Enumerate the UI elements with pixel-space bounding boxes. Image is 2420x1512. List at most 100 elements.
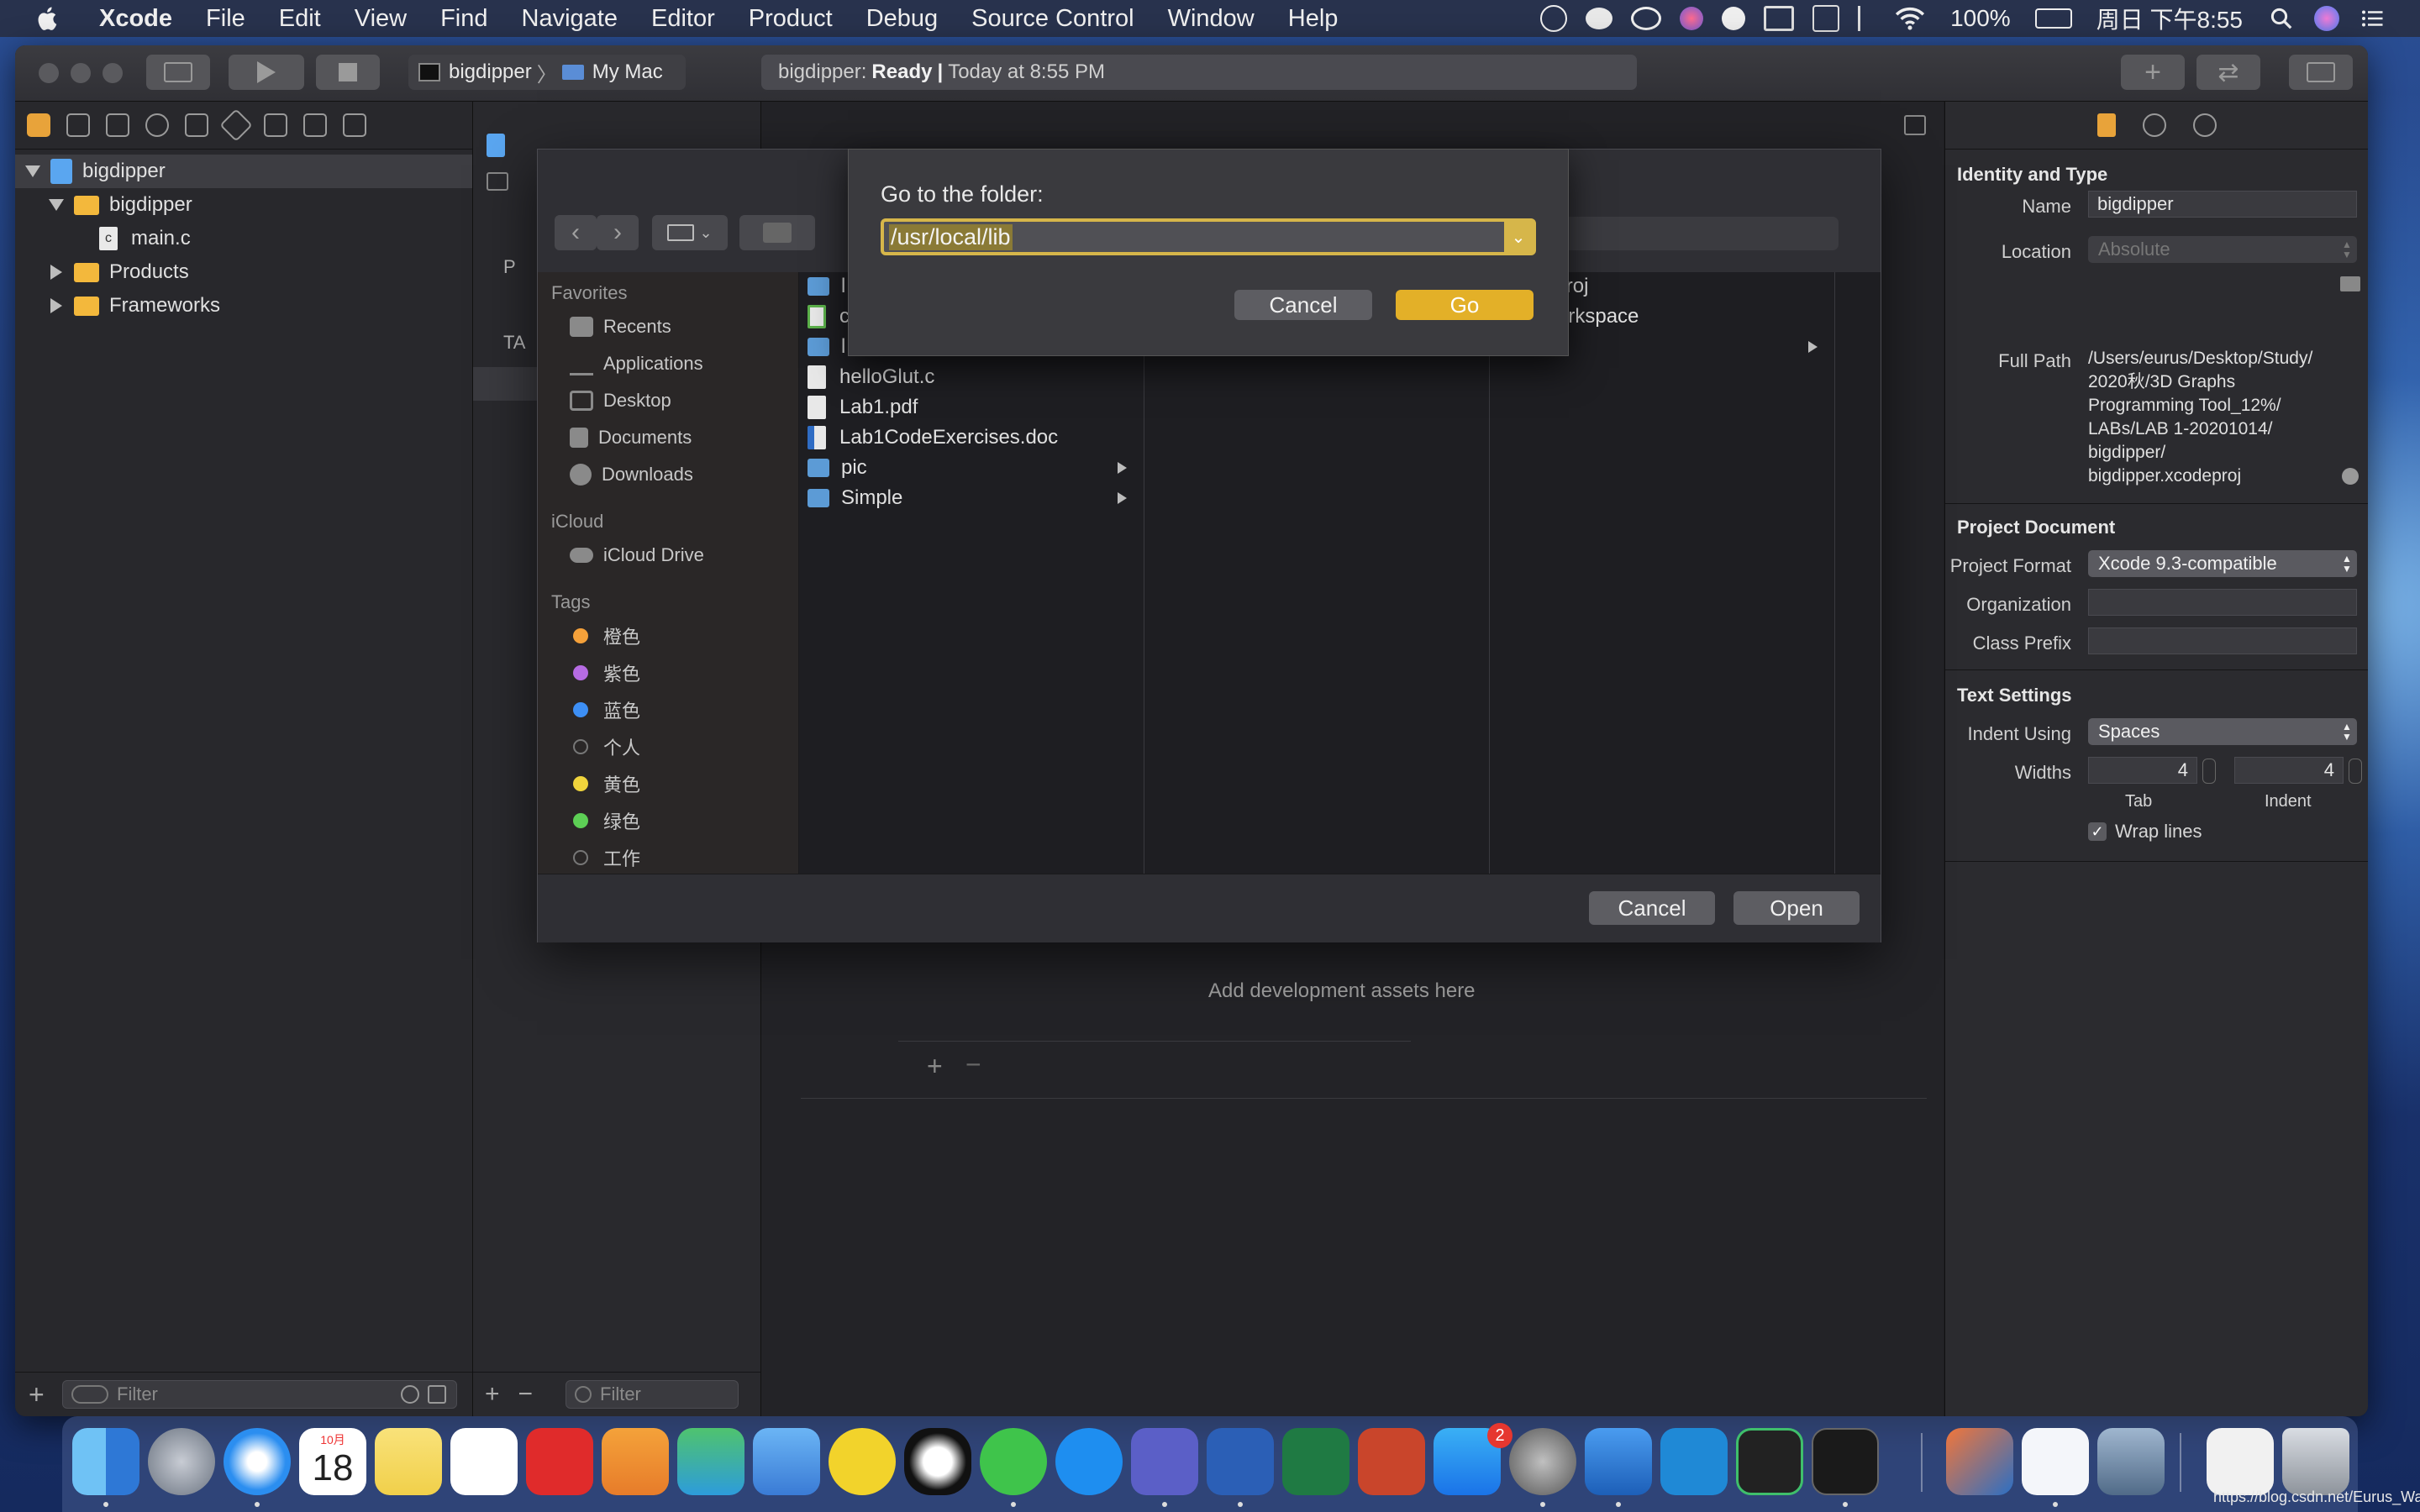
youdao-dict-icon[interactable] xyxy=(526,1428,593,1495)
menu-view[interactable]: View xyxy=(355,5,407,33)
file-row[interactable]: l xyxy=(808,272,845,301)
window-zoom-button[interactable] xyxy=(103,63,123,83)
powerpoint-icon[interactable] xyxy=(1358,1428,1425,1495)
menu-file[interactable]: File xyxy=(206,5,245,33)
excel-icon[interactable] xyxy=(1282,1428,1349,1495)
filter-options-icon[interactable] xyxy=(71,1385,108,1404)
numbers-icon[interactable] xyxy=(677,1428,744,1495)
menu-find[interactable]: Find xyxy=(440,5,487,33)
sidebar-downloads[interactable]: Downloads xyxy=(570,460,693,489)
menu-navigate[interactable]: Navigate xyxy=(522,5,618,33)
music-app-icon[interactable] xyxy=(829,1428,896,1495)
tree-row-products[interactable]: Products xyxy=(15,255,472,289)
finder-icon[interactable] xyxy=(72,1428,139,1495)
calendar-icon[interactable]: 10月 18 xyxy=(299,1428,366,1495)
tree-row-group[interactable]: bigdipper xyxy=(15,188,472,222)
add-asset-button[interactable]: + xyxy=(927,1051,943,1082)
terminal-icon[interactable] xyxy=(1812,1428,1879,1495)
library-button[interactable]: + xyxy=(2121,55,2185,90)
xcode-icon[interactable] xyxy=(1585,1428,1652,1495)
forward-button[interactable]: › xyxy=(597,215,639,250)
color-app-icon[interactable] xyxy=(1680,7,1704,30)
sidebar-documents[interactable]: Documents xyxy=(570,423,692,452)
sidebar-tag[interactable]: 绿色 xyxy=(570,806,640,835)
sidebar-tag[interactable]: 黄色 xyxy=(570,769,640,798)
breakpoint-navigator-icon[interactable] xyxy=(303,113,327,137)
back-button[interactable]: ‹ xyxy=(555,215,597,250)
go-button[interactable]: Go xyxy=(1396,290,1534,320)
file-row[interactable]: pic xyxy=(808,454,1135,482)
vscode-icon[interactable] xyxy=(1660,1428,1728,1495)
new-folder-button[interactable] xyxy=(739,215,815,250)
tab-width-field[interactable]: 4 xyxy=(2088,757,2197,784)
menu-edit[interactable]: Edit xyxy=(279,5,321,33)
menu-source-control[interactable]: Source Control xyxy=(971,5,1134,33)
qq-icon[interactable] xyxy=(904,1428,971,1495)
file-row[interactable]: Lab1.pdf xyxy=(808,393,918,422)
go-to-folder-cancel-button[interactable]: Cancel xyxy=(1234,290,1372,320)
choose-folder-icon[interactable] xyxy=(2340,276,2360,291)
wechat-icon[interactable] xyxy=(980,1428,1047,1495)
history-inspector-icon[interactable] xyxy=(2143,113,2166,137)
file-row[interactable]: Lab1CodeExercises.doc xyxy=(808,423,1058,452)
notification-center-icon[interactable] xyxy=(2358,6,2386,31)
system-preferences-icon[interactable] xyxy=(1509,1428,1576,1495)
report-navigator-icon[interactable] xyxy=(343,113,366,137)
hide-targets-icon[interactable] xyxy=(487,172,508,191)
open-panel-open-button[interactable]: Open xyxy=(1733,891,1860,925)
disclosure-right-icon[interactable] xyxy=(50,298,62,313)
menu-clock[interactable]: 周日 下午8:55 xyxy=(2096,2,2243,35)
tab-width-stepper[interactable] xyxy=(2202,759,2216,784)
toggle-inspector-button[interactable] xyxy=(2289,55,2353,90)
preview-icon[interactable] xyxy=(2097,1428,2165,1495)
recent-files-icon[interactable] xyxy=(401,1385,419,1404)
project-format-popup[interactable]: Xcode 9.3-compatible ▲ ▼ xyxy=(2088,550,2357,577)
sidebar-icloud-drive[interactable]: iCloud Drive xyxy=(570,541,704,570)
disclosure-down-icon[interactable] xyxy=(25,165,40,177)
add-target-button[interactable]: + xyxy=(485,1380,500,1409)
toggle-navigator-button[interactable] xyxy=(146,55,210,90)
name-field[interactable]: bigdipper xyxy=(2088,191,2357,218)
word-icon[interactable] xyxy=(1207,1428,1274,1495)
matlab-icon[interactable] xyxy=(1946,1428,2013,1495)
reveal-in-finder-icon[interactable] xyxy=(2342,468,2359,485)
bluetooth-icon[interactable] xyxy=(1858,6,1876,31)
wrap-lines-checkbox[interactable]: ✓ Wrap lines xyxy=(2088,821,2202,843)
apple-icon[interactable] xyxy=(34,4,62,33)
menu-help[interactable]: Help xyxy=(1288,5,1339,33)
sidebar-tag[interactable]: 橙色 xyxy=(570,622,640,650)
view-mode-button[interactable]: ⌄ xyxy=(652,215,728,250)
sidebar-tag[interactable]: 个人 xyxy=(570,732,640,761)
qq-status-icon[interactable] xyxy=(1540,5,1568,32)
window-close-button[interactable] xyxy=(39,63,59,83)
issue-navigator-icon[interactable] xyxy=(185,113,208,137)
indent-width-field[interactable]: 4 xyxy=(2234,757,2344,784)
reminders-icon[interactable] xyxy=(450,1428,518,1495)
menu-debug[interactable]: Debug xyxy=(866,5,938,33)
disclosure-down-icon[interactable] xyxy=(49,199,64,211)
send-status-icon[interactable] xyxy=(1722,7,1746,30)
scheme-selector[interactable]: bigdipper 〉 My Mac xyxy=(408,55,686,90)
baidu-netdisk-icon[interactable] xyxy=(2022,1428,2089,1495)
navigator-filter-field[interactable]: Filter xyxy=(62,1380,457,1409)
folder-navigator-icon[interactable] xyxy=(27,113,50,137)
keynote-icon[interactable] xyxy=(753,1428,820,1495)
creative-cloud-icon[interactable] xyxy=(1631,7,1662,30)
input-method-icon[interactable] xyxy=(1812,5,1840,32)
folder-path-input[interactable]: /usr/local/lib ⌄ xyxy=(881,218,1536,255)
tree-row-frameworks[interactable]: Frameworks xyxy=(15,289,472,323)
tree-row-file[interactable]: c main.c xyxy=(15,222,472,255)
window-minimize-button[interactable] xyxy=(71,63,91,83)
scm-filter-icon[interactable] xyxy=(428,1385,446,1404)
display-status-icon[interactable] xyxy=(1764,6,1795,31)
menu-product[interactable]: Product xyxy=(749,5,833,33)
open-panel-cancel-button[interactable]: Cancel xyxy=(1589,891,1715,925)
tree-row-project[interactable]: bigdipper xyxy=(15,155,472,188)
location-popup[interactable]: Absolute ▲ ▼ xyxy=(2088,236,2357,263)
sidebar-desktop[interactable]: Desktop xyxy=(570,386,671,415)
menu-window[interactable]: Window xyxy=(1168,5,1255,33)
siri-icon[interactable] xyxy=(2314,6,2339,31)
pages-icon[interactable] xyxy=(602,1428,669,1495)
file-row[interactable]: l xyxy=(808,333,845,361)
file-row[interactable]: helloGlut.c xyxy=(808,363,934,391)
